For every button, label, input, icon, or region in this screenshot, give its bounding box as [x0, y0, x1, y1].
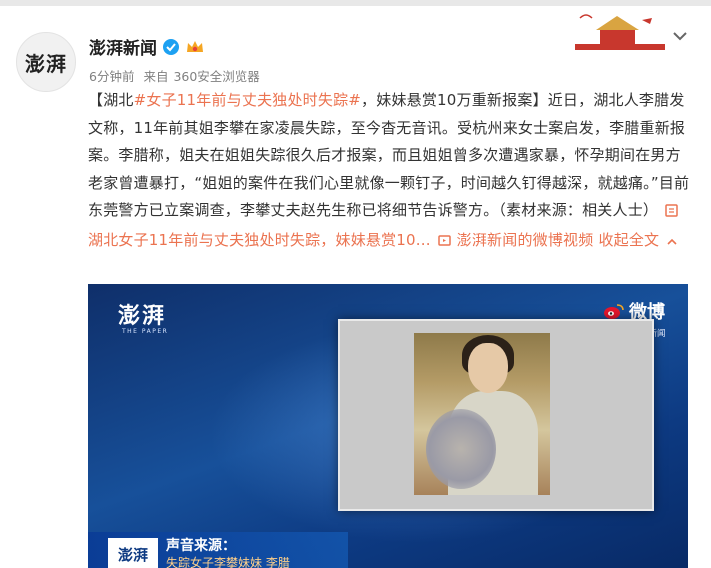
- author-name[interactable]: 澎湃新闻: [89, 34, 157, 59]
- article-icon: [665, 199, 678, 227]
- collapse-link[interactable]: 收起全文: [598, 231, 659, 249]
- post-body: 【湖北#女子11年前与丈夫独处时失踪#，妹妹悬赏10万重新报案】近日，湖北人李腊…: [88, 87, 693, 256]
- post-text-main: ，妹妹悬赏10万重新报案】近日，湖北人李腊发文称，11年前其姐李攀在家凌晨失踪，…: [88, 91, 690, 219]
- top-strip: [0, 0, 711, 6]
- post-meta: 6分钟前 来自 360安全浏览器: [89, 66, 265, 85]
- post-time[interactable]: 6分钟前: [89, 69, 134, 84]
- photo-woman-with-child: [414, 333, 550, 495]
- caption-logo: 澎湃: [108, 538, 158, 568]
- video-icon: [437, 229, 453, 257]
- vip-crown-icon: [185, 39, 205, 55]
- video-link[interactable]: 澎湃新闻的微博视频: [457, 231, 594, 249]
- card-decoration: [570, 8, 665, 52]
- verified-icon: [163, 38, 179, 55]
- video-logo-subtitle: THE PAPER: [122, 328, 169, 335]
- article-link[interactable]: 湖北女子11年前与丈夫独处时失踪，妹妹悬赏10...: [88, 231, 431, 249]
- post-source[interactable]: 360安全浏览器: [173, 69, 259, 84]
- weibo-icon: [604, 304, 624, 319]
- source-prefix: 来自: [143, 69, 169, 84]
- chevron-up-icon[interactable]: [666, 229, 678, 257]
- caption-title: 声音来源：: [166, 538, 236, 554]
- avatar[interactable]: 澎湃: [16, 32, 76, 92]
- video-player[interactable]: 澎湃 THE PAPER 微博 @澎湃新闻 澎湃 声音来源： 失踪女子李攀妹妹 …: [88, 284, 688, 568]
- video-logo: 澎湃: [118, 303, 167, 329]
- avatar-logo-text: 澎湃: [25, 51, 67, 76]
- post-text-lead: 【湖北: [88, 91, 134, 109]
- chevron-down-icon[interactable]: [670, 26, 690, 46]
- caption-subtitle: 失踪女子李攀妹妹 李腊: [166, 556, 290, 568]
- hashtag-link[interactable]: #女子11年前与丈夫独处时失踪#: [134, 91, 361, 109]
- author-row: 澎湃新闻: [89, 34, 205, 59]
- video-photo-frame: [338, 319, 654, 511]
